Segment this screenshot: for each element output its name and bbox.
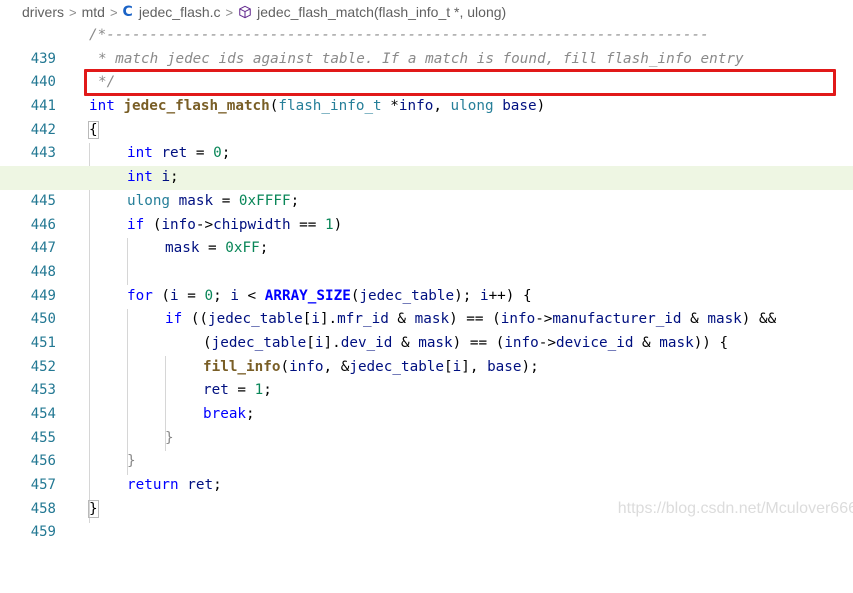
code-editor[interactable]: 439 /*----------------------------------… <box>0 24 853 540</box>
code-line-456: 456 } <box>0 427 853 470</box>
breadcrumb-item-drivers[interactable]: drivers <box>22 4 64 20</box>
line-number: 459 <box>30 524 56 541</box>
code-text: ret = 1; <box>203 382 272 399</box>
code-text: break; <box>203 406 255 422</box>
code-line-455: 455 break; <box>0 403 853 446</box>
code-text: mask = 0xFF; <box>165 240 269 257</box>
highlight-box <box>84 69 836 96</box>
code-text: ulong mask = 0xFFFF; <box>127 192 300 209</box>
code-line-449: 449 <box>0 261 853 304</box>
code-text: int jedec_flash_match(flash_info_t *info… <box>89 98 546 115</box>
code-text: int i; <box>127 169 179 186</box>
code-text: return ret; <box>127 477 222 494</box>
code-line-454: 454 ret = 1; <box>0 379 853 422</box>
code-line-442: 442 int jedec_flash_match(flash_info_t *… <box>0 95 853 138</box>
method-cube-icon <box>239 5 251 19</box>
code-text: int ret = 0; <box>127 145 231 162</box>
breadcrumb-item-function[interactable]: jedec_flash_match(flash_info_t *, ulong) <box>257 4 506 20</box>
chevron-right-icon: > <box>225 4 234 20</box>
code-text: { <box>88 120 99 139</box>
code-line-443: 443 { <box>0 119 853 161</box>
code-line-446: 446 ulong mask = 0xFFFF; <box>0 190 853 233</box>
chevron-right-icon: > <box>69 4 77 20</box>
code-line-444: 444 int ret = 0; <box>0 142 853 185</box>
breadcrumb-item-mtd[interactable]: mtd <box>82 4 105 20</box>
code-line-448: 448 mask = 0xFF; <box>0 237 853 280</box>
code-text: } <box>165 429 174 446</box>
code-text: /*--------------------------------------… <box>89 27 709 43</box>
code-line-452: 452 (jedec_table[i].dev_id & mask) == (i… <box>0 332 853 375</box>
code-text: for (i = 0; i < ARRAY_SIZE(jedec_table);… <box>127 287 532 304</box>
code-line-445: 445 int i; <box>0 166 853 209</box>
c-file-icon: C <box>122 4 133 20</box>
code-text: if (info->chipwidth == 1) <box>127 216 343 233</box>
code-line-457: 457 } <box>0 450 853 493</box>
code-line-440: 440 * match jedec ids against table. If … <box>0 48 853 91</box>
breadcrumb: drivers > mtd > C jedec_flash.c > jedec_… <box>0 0 853 24</box>
code-line-439: 439 /*----------------------------------… <box>0 24 853 67</box>
code-line-447: 447 if (info->chipwidth == 1) <box>0 214 853 257</box>
code-text: * match jedec ids against table. If a ma… <box>98 50 744 67</box>
breadcrumb-item-file[interactable]: jedec_flash.c <box>139 4 221 20</box>
code-line-450: 450 for (i = 0; i < ARRAY_SIZE(jedec_tab… <box>0 285 853 328</box>
code-text: (jedec_table[i].dev_id & mask) == (info-… <box>203 334 729 351</box>
code-line-453: 453 fill_info(info, &jedec_table[i], bas… <box>0 356 853 399</box>
chevron-right-icon: > <box>109 4 118 20</box>
code-text: } <box>88 499 99 518</box>
code-line-451: 451 if ((jedec_table[i].mfr_id & mask) =… <box>0 308 853 351</box>
code-text: fill_info(info, &jedec_table[i], base); <box>203 358 539 375</box>
code-text: if ((jedec_table[i].mfr_id & mask) == (i… <box>165 311 777 328</box>
watermark: https://blog.csdn.net/Mculover666 <box>617 500 853 517</box>
code-line-458: 458 return ret; <box>0 474 853 517</box>
code-text: } <box>127 453 136 470</box>
